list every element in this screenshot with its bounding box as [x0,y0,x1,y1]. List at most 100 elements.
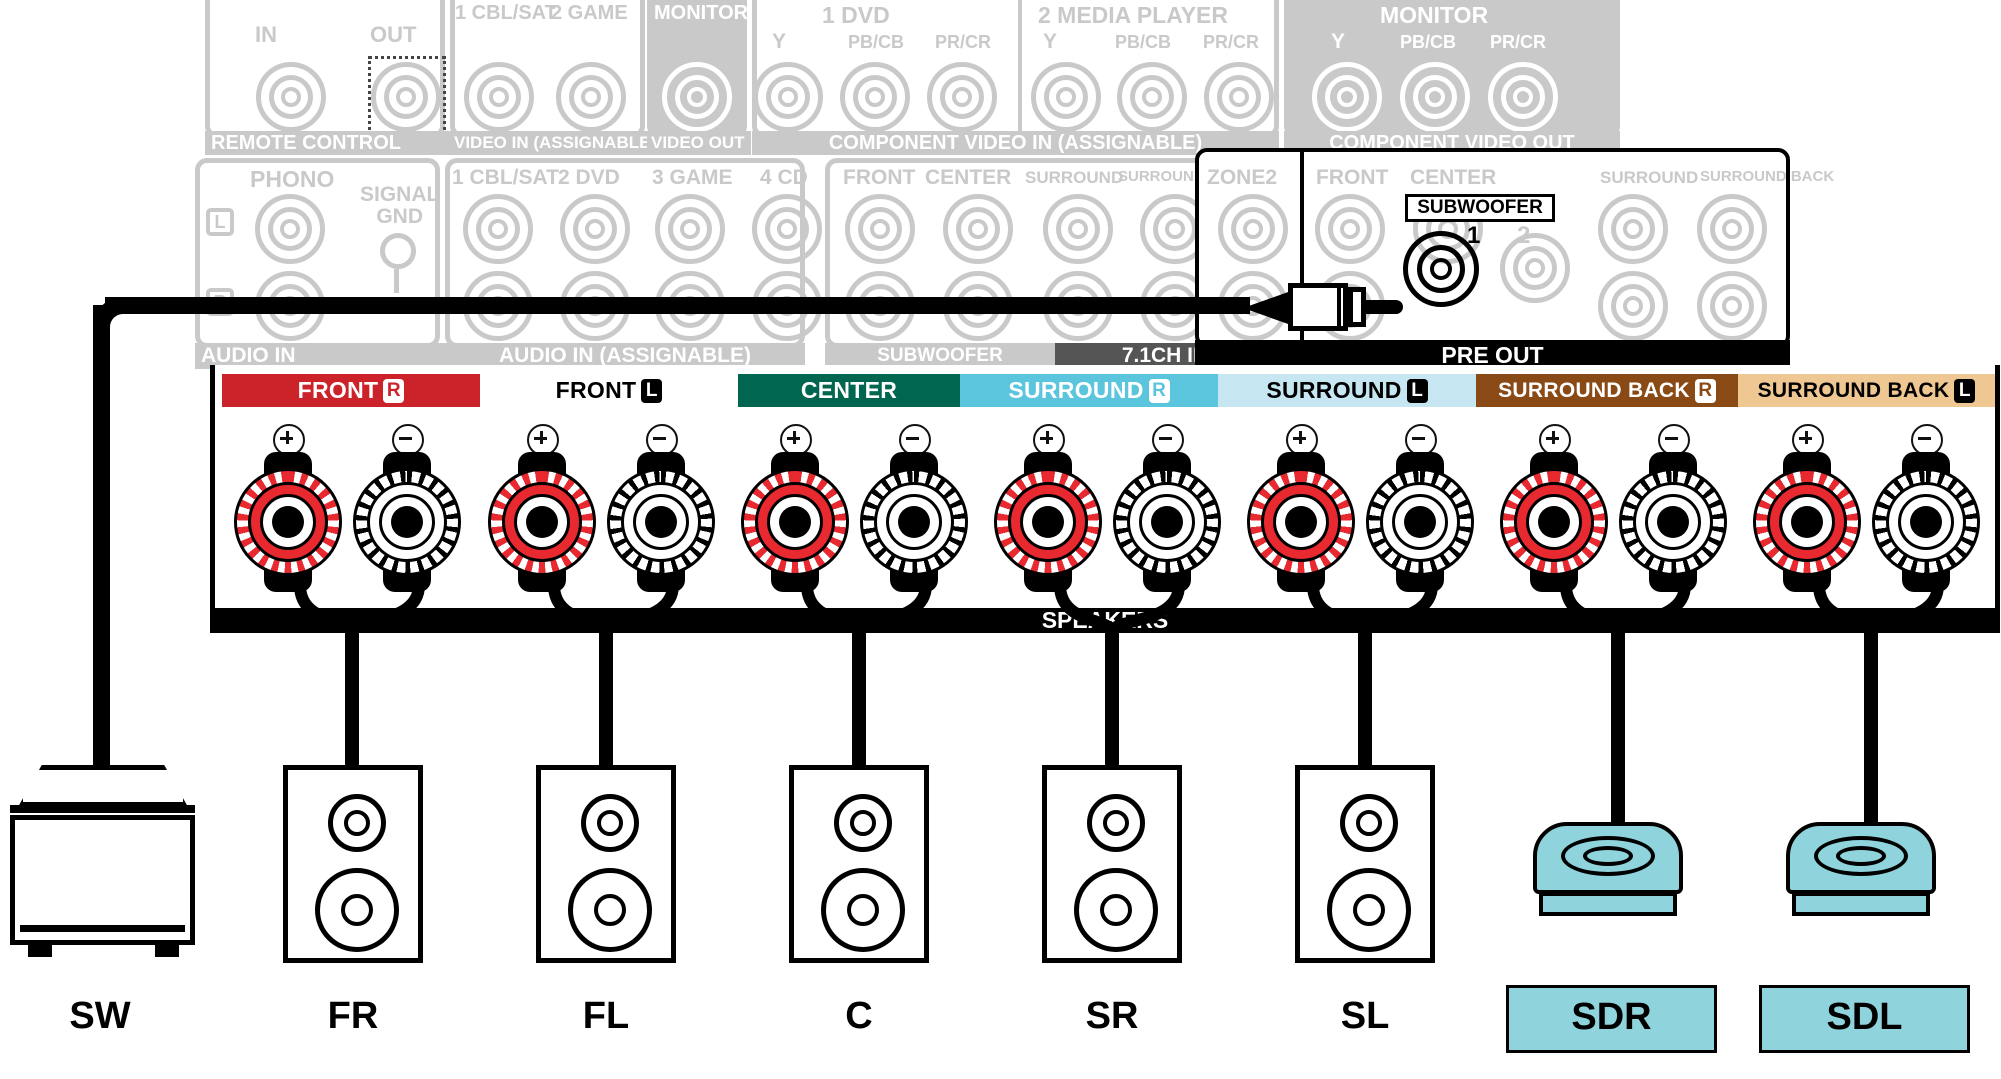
section-label-ch-in-subwoofer-text: SUBWOOFER [877,345,1003,367]
component-out-pb: PB/CB [1400,32,1456,53]
terminal-tag-surround-r: SURROUND R [960,374,1218,407]
section-label-video-out: VIDEO OUT [647,131,751,155]
audio-assign-1-label: 1 CBL/SAT [452,166,559,190]
component-out-y: Y [1331,30,1345,54]
cable-to-sr [1105,630,1119,770]
component-out-pr: PR/CR [1490,32,1546,53]
pre-out-center-label: CENTER [1410,166,1496,190]
jack-ch-in-surround-l[interactable] [1043,194,1113,264]
speaker-sdr[interactable] [1533,822,1683,927]
jack-component-out-pb[interactable] [1400,62,1470,132]
wire-surround-back-r-plus [1566,585,1618,633]
speaker-fr[interactable] [283,765,423,963]
jack-subwoofer-pre-out-2[interactable] [1500,233,1570,303]
jack-ch-in-center[interactable] [943,194,1013,264]
terminal-tag-surround-l-side: L [1407,379,1428,403]
jack-video-in-1[interactable] [464,62,534,132]
jack-pre-out-surround-back-r[interactable] [1697,271,1767,341]
video-in-1-label: 1 CBL/SAT [455,2,557,25]
component-in-g2-pb: PB/CB [1115,32,1171,53]
terminal-tag-surround-back-r: SURROUND BACK R [1476,374,1738,407]
speaker-label-fl: FL [536,995,676,1038]
cable-to-sdl [1864,630,1878,825]
jack-component-in-g2-y[interactable] [1031,62,1101,132]
jack-pre-out-surround-back-l[interactable] [1697,194,1767,264]
signal-gnd-label: SIGNALGND [360,184,439,228]
jack-audio-assign-1-l[interactable] [463,194,533,264]
component-in-g2-pr: PR/CR [1203,32,1259,53]
speaker-sr[interactable] [1042,765,1182,963]
terminal-tag-surround-l-text: SURROUND [1266,377,1401,404]
wire-front-l-plus [554,585,606,633]
speaker-sl[interactable] [1295,765,1435,963]
speaker-fl[interactable] [536,765,676,963]
jack-remote-in[interactable] [256,62,326,132]
pre-out-surround-label: SURROUND [1600,168,1698,188]
wire-surround-r-plus [1060,585,1112,633]
speaker-label-sdr: SDR [1506,985,1717,1053]
wire-surround-back-l-plus [1819,585,1871,633]
jack-video-out-monitor[interactable] [662,62,732,132]
phono-label: PHONO [250,166,334,193]
terminal-tag-surround-back-l: SURROUND BACK L [1738,374,1995,407]
jack-component-in-g1-y[interactable] [753,62,823,132]
rca-plug-cone [1243,291,1291,325]
video-panel: IN OUT 1 CBL/SAT 2 GAME MONITOR 1 DVD 2 … [0,0,2001,150]
speaker-sdl[interactable] [1786,822,1936,927]
ch-in-front-label: FRONT [843,166,915,190]
ch-in-center-label: CENTER [925,166,1011,190]
jack-audio-assign-3-l[interactable] [655,194,725,264]
pre-out-surround-back-label: SURROUND BACK [1700,168,1834,185]
video-out-monitor-label: MONITOR [654,2,748,25]
ch-in-surround-label: SURROUND [1025,168,1123,188]
jack-audio-assign-4-l[interactable] [752,194,822,264]
jack-component-in-g1-pb[interactable] [840,62,910,132]
audio-panel: PHONO SIGNALGND L R 1 CBL/SAT 2 DVD 3 GA… [0,158,2001,358]
terminal-tag-front-r-side: R [383,379,404,403]
terminal-tag-front-l-side: L [641,379,662,403]
wire-center-plus [807,585,859,633]
terminal-tag-surround-r-side: R [1149,379,1170,403]
component-in-g2-y: Y [1043,30,1057,54]
signal-gnd-terminal-icon [370,233,430,293]
jack-subwoofer-pre-out-1[interactable] [1403,231,1479,307]
jack-audio-assign-2-l[interactable] [560,194,630,264]
terminal-tag-surround-back-r-side: R [1695,379,1716,403]
section-label-video-in: VIDEO IN (ASSIGNABLE) [450,131,649,155]
jack-phono-l[interactable] [255,194,325,264]
terminal-tag-front-l: FRONT L [480,374,738,407]
wire-surround-r-minus [1112,585,1179,633]
jack-component-in-g2-pr[interactable] [1204,62,1274,132]
terminal-tag-front-l-text: FRONT [556,377,637,404]
video-in-2-label: 2 GAME [551,2,628,25]
jack-component-out-y[interactable] [1312,62,1382,132]
speaker-sw[interactable] [10,765,195,975]
speaker-label-c: C [789,995,929,1038]
terminal-tag-surround-back-l-text: SURROUND BACK [1758,379,1950,403]
remote-out-highlight [368,56,446,136]
cable-to-fr [345,630,359,770]
audio-assign-4-label: 4 CD [760,166,808,190]
jack-video-in-2[interactable] [556,62,626,132]
jack-zone2-l[interactable] [1218,194,1288,264]
jack-component-in-g2-pb[interactable] [1117,62,1187,132]
subwoofer-pre-out-label-box: SUBWOOFER [1405,194,1555,222]
jack-pre-out-front-l[interactable] [1315,194,1385,264]
jack-component-out-pr[interactable] [1488,62,1558,132]
wire-front-r-minus [352,585,419,633]
jack-component-in-g1-pr[interactable] [927,62,997,132]
zone2-label: ZONE2 [1207,166,1277,190]
component-in-g1-pr: PR/CR [935,32,991,53]
jack-pre-out-surround-l[interactable] [1598,194,1668,264]
jack-pre-out-surround-r[interactable] [1598,271,1668,341]
cable-to-c [852,630,866,770]
wire-surround-back-r-minus [1618,585,1685,633]
jack-ch-in-front-l[interactable] [845,194,915,264]
wire-front-r-plus [300,585,352,633]
wire-surround-l-minus [1365,585,1432,633]
section-label-video-in-text: VIDEO IN (ASSIGNABLE) [454,133,656,153]
wire-surround-back-l-minus [1871,585,1938,633]
subwoofer-cable-horizontal [105,297,1250,314]
terminal-tag-center-text: CENTER [801,377,897,404]
speaker-c[interactable] [789,765,929,963]
